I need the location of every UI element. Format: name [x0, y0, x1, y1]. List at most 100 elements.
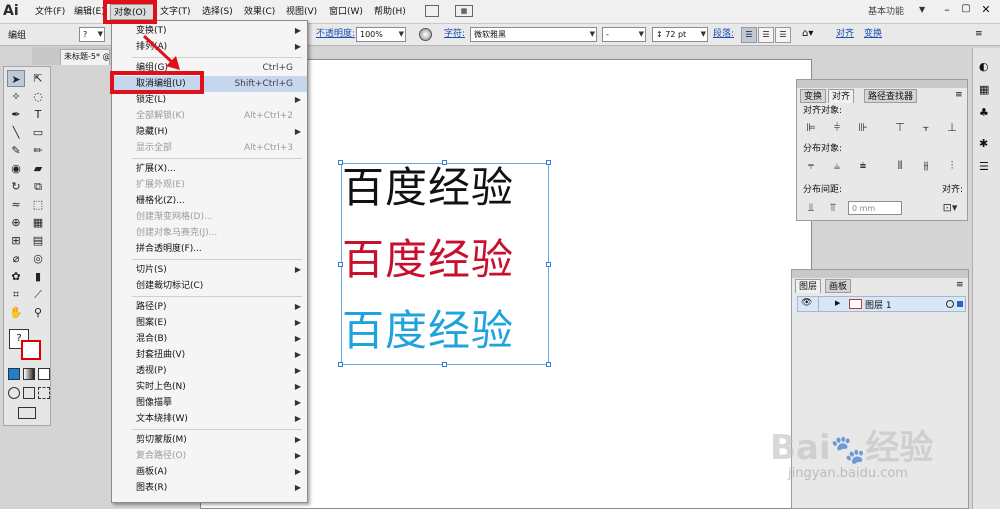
align-to-selection-icon[interactable]: ⊡▾	[940, 202, 960, 214]
document-tab[interactable]: 未标题-5* @	[60, 49, 110, 65]
minimize-icon[interactable]: –	[940, 3, 954, 19]
artwork-text-black[interactable]: 百度经验	[342, 164, 514, 212]
distribute-right-icon[interactable]: ⫶	[946, 160, 958, 172]
character-label[interactable]: 字符:	[444, 27, 465, 42]
tab-pathfinder[interactable]: 路径查找器	[864, 89, 918, 103]
appearance-panel-icon[interactable]: ✱	[979, 137, 988, 150]
gradient-mode-icon[interactable]	[23, 368, 35, 380]
handle-bottom-right[interactable]	[546, 362, 551, 367]
paragraph-label[interactable]: 段落:	[713, 27, 734, 42]
control-panel-menu-icon[interactable]: ≡	[975, 29, 983, 39]
menu-view[interactable]: 视图(V)	[283, 4, 320, 20]
distribute-left-icon[interactable]: ⫴	[894, 160, 906, 172]
object-menu-item[interactable]: 创建渐变网格(D)...	[112, 209, 307, 225]
color-guide-icon[interactable]: ▦	[979, 83, 989, 96]
handle-middle-right[interactable]	[546, 262, 551, 267]
envelope-icon[interactable]: ⌂▾	[802, 28, 813, 39]
tab-artboards[interactable]: 画板	[825, 279, 852, 293]
object-menu-item[interactable]: 透视(P) ▶	[112, 363, 307, 379]
symbol-sprayer-tool-icon[interactable]: ✿	[7, 268, 25, 285]
artwork-text-blue[interactable]: 百度经验	[342, 307, 514, 355]
type-tool-icon[interactable]: T	[29, 106, 47, 123]
eraser-tool-icon[interactable]: ▰	[29, 160, 47, 177]
handle-top-right[interactable]	[546, 160, 551, 165]
line-tool-icon[interactable]: ╲	[7, 124, 25, 141]
recolor-artwork-icon[interactable]	[419, 28, 432, 41]
layer-row[interactable]: 👁 ▶ 图层 1	[797, 296, 966, 312]
object-menu-item[interactable]: 扩展外观(E)	[112, 177, 307, 193]
selection-tool-icon[interactable]: ➤	[7, 70, 25, 87]
object-menu-item[interactable]: 创建裁切标记(C)	[112, 278, 307, 294]
rotate-tool-icon[interactable]: ↻	[7, 178, 25, 195]
menu-type[interactable]: 文字(T)	[157, 4, 194, 20]
color-panel-icon[interactable]: ◐	[979, 60, 989, 73]
menu-file[interactable]: 文件(F)	[32, 4, 68, 20]
magic-wand-tool-icon[interactable]: ✧	[7, 88, 25, 105]
target-icon[interactable]	[946, 300, 954, 308]
width-tool-icon[interactable]: ≈	[7, 196, 25, 213]
vertical-align-center-icon[interactable]: ⫟	[920, 122, 932, 134]
align-panel-titlebar[interactable]	[797, 80, 967, 88]
lasso-tool-icon[interactable]: ◌	[29, 88, 47, 105]
object-menu-item[interactable]: 图表(R) ▶	[112, 480, 307, 496]
font-family-field[interactable]: 微软雅黑 ▼	[470, 27, 597, 42]
object-menu-item[interactable]: 拼合透明度(F)...	[112, 241, 307, 257]
graphic-styles-icon[interactable]: ☰	[979, 160, 989, 173]
object-menu-item[interactable]: 锁定(L) ▶	[112, 92, 307, 108]
draw-inside-icon[interactable]	[38, 387, 50, 399]
close-icon[interactable]: ✕	[979, 3, 993, 19]
object-menu-item[interactable]: 混合(B) ▶	[112, 331, 307, 347]
horizontal-align-left-icon[interactable]: ⊫	[805, 122, 817, 134]
tab-align[interactable]: 对齐	[828, 89, 855, 103]
horizontal-align-center-icon[interactable]: ⫩	[831, 122, 843, 134]
tab-transform[interactable]: 变换	[800, 89, 827, 103]
arrange-documents-icon[interactable]: ▦	[455, 5, 473, 17]
perspective-grid-tool-icon[interactable]: ▦	[29, 214, 47, 231]
object-menu-item[interactable]: 封套扭曲(V) ▶	[112, 347, 307, 363]
eyedropper-tool-icon[interactable]: ⌀	[7, 250, 25, 267]
screen-mode-icon[interactable]	[18, 407, 36, 419]
draw-behind-icon[interactable]	[23, 387, 35, 399]
fill-selector[interactable]: ? ▼	[79, 27, 105, 42]
paintbrush-tool-icon[interactable]: ✎	[7, 142, 25, 159]
free-transform-tool-icon[interactable]: ⬚	[29, 196, 47, 213]
layers-panel-menu-icon[interactable]: ≡	[956, 280, 964, 290]
font-style-field[interactable]: - ▼	[602, 27, 646, 42]
tab-layers[interactable]: 图层	[795, 279, 822, 293]
none-mode-icon[interactable]	[38, 368, 50, 380]
distribute-vspace-icon[interactable]: ⫫	[805, 202, 817, 214]
bridge-icon[interactable]	[425, 5, 439, 17]
shape-builder-tool-icon[interactable]: ⊕	[7, 214, 25, 231]
artboard-tool-icon[interactable]: ⌗	[7, 286, 25, 303]
horizontal-align-right-icon[interactable]: ⊪	[857, 122, 869, 134]
object-menu-item[interactable]: 切片(S) ▶	[112, 262, 307, 278]
object-menu-item[interactable]: 隐藏(H) ▶	[112, 124, 307, 140]
workspace-dropdown-icon[interactable]: ▼	[919, 5, 925, 14]
scale-tool-icon[interactable]: ⧉	[29, 178, 47, 195]
align-link[interactable]: 对齐	[836, 27, 854, 42]
selection-indicator[interactable]	[957, 301, 963, 307]
blend-tool-icon[interactable]: ◎	[29, 250, 47, 267]
expand-layer-icon[interactable]: ▶	[835, 299, 840, 307]
menu-window[interactable]: 窗口(W)	[326, 4, 366, 20]
object-menu-item[interactable]: 图案(E) ▶	[112, 315, 307, 331]
direct-selection-tool-icon[interactable]: ⇱	[29, 70, 47, 87]
distribute-hspace-icon[interactable]: ⫪	[827, 202, 839, 214]
distribute-top-icon[interactable]: ⫧	[805, 160, 817, 172]
visibility-eye-icon[interactable]: 👁	[801, 298, 812, 308]
object-menu-item[interactable]: 图像描摹 ▶	[112, 395, 307, 411]
object-menu-item[interactable]: 栅格化(Z)...	[112, 193, 307, 209]
object-menu-item[interactable]: 画板(A) ▶	[112, 464, 307, 480]
menu-select[interactable]: 选择(S)	[199, 4, 236, 20]
align-panel-menu-icon[interactable]: ≡	[955, 90, 963, 100]
workspace-switcher[interactable]: 基本功能	[865, 4, 907, 20]
object-menu-item[interactable]: 创建对象马赛克(J)...	[112, 225, 307, 241]
stroke-swatch[interactable]	[21, 340, 41, 360]
align-right-button[interactable]: ☰	[775, 27, 791, 43]
draw-normal-icon[interactable]	[8, 387, 20, 399]
hand-tool-icon[interactable]: ✋	[7, 304, 25, 321]
zoom-tool-icon[interactable]: ⚲	[29, 304, 47, 321]
menu-effect[interactable]: 效果(C)	[241, 4, 278, 20]
layers-panel-titlebar[interactable]	[792, 270, 968, 278]
symbols-panel-icon[interactable]: ♣	[979, 106, 989, 119]
